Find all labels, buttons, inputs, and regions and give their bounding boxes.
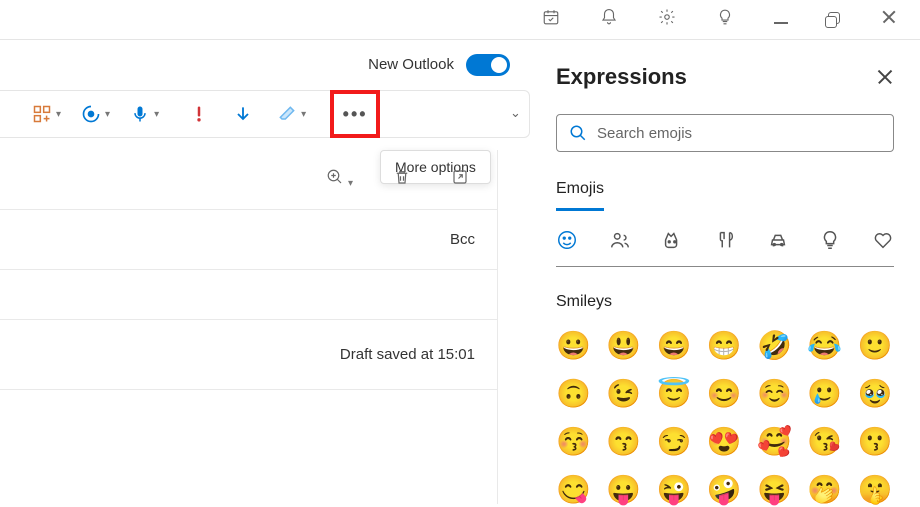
cat-smileys-icon[interactable] [556, 229, 578, 256]
bell-icon[interactable] [600, 8, 618, 31]
emoji-item[interactable]: 😗 [858, 425, 892, 459]
emoji-grid: 😀 😃 😄 😁 🤣 😂 🙂 🙃 😉 😇 😊 ☺️ 🥲 🥹 😚 😙 😏 😍 🥰 😘 😗 😋 😛 😜 🤪 😝 🤭 🤫 [556, 329, 894, 507]
emoji-item[interactable]: 😏 [657, 425, 691, 459]
emoji-item[interactable]: 🤣 [757, 329, 791, 363]
emoji-search-box[interactable] [556, 114, 894, 152]
compose-body: ▾ Bcc Draft saved at 15:01 [0, 150, 498, 504]
new-outlook-toggle[interactable] [466, 54, 510, 76]
delete-icon[interactable] [393, 168, 411, 191]
chevron-down-icon: ▾ [348, 178, 353, 189]
title-bar [0, 0, 920, 40]
popout-icon[interactable] [451, 168, 469, 191]
tab-emojis[interactable]: Emojis [556, 180, 604, 211]
chevron-down-icon: ▾ [105, 109, 110, 120]
emoji-item[interactable]: 😂 [807, 329, 841, 363]
emoji-item[interactable]: 😙 [606, 425, 640, 459]
emoji-item[interactable]: 🙂 [858, 329, 892, 363]
bcc-button[interactable]: Bcc [450, 231, 475, 248]
expressions-panel: Expressions Emojis Smileys 😀 [530, 40, 920, 504]
emoji-item[interactable]: 😘 [807, 425, 841, 459]
dictate-button[interactable]: ▾ [124, 100, 165, 128]
new-outlook-row: New Outlook [0, 40, 530, 90]
close-panel-icon[interactable] [876, 68, 894, 86]
cat-food-icon[interactable] [714, 229, 736, 256]
arrow-down-button[interactable] [227, 100, 259, 128]
emoji-item[interactable]: 🥰 [757, 425, 791, 459]
restore-icon[interactable] [828, 11, 840, 29]
draft-status-text: Draft saved at 15:01 [340, 346, 475, 363]
cat-people-icon[interactable] [609, 229, 631, 256]
gear-icon[interactable] [658, 8, 676, 31]
compose-action-row: ▾ [0, 150, 497, 210]
search-icon [569, 124, 587, 142]
emoji-item[interactable]: 😋 [556, 473, 590, 507]
compose-toolbar: ▾ ▾ ▾ ▾ ••• [0, 90, 530, 138]
cat-animals-icon[interactable] [661, 229, 683, 256]
priority-high-button[interactable] [183, 100, 215, 128]
cat-symbols-icon[interactable] [872, 229, 894, 256]
cat-objects-icon[interactable] [819, 229, 841, 256]
emoji-item[interactable]: 😀 [556, 329, 590, 363]
emoji-category-row [556, 229, 894, 267]
emoji-item[interactable]: 🤫 [858, 473, 892, 507]
close-icon[interactable] [880, 8, 898, 31]
lightbulb-icon[interactable] [716, 8, 734, 31]
emoji-search-input[interactable] [597, 125, 881, 142]
emoji-item[interactable]: 😝 [757, 473, 791, 507]
minimize-icon[interactable] [774, 11, 788, 29]
emoji-item[interactable]: 🥲 [807, 377, 841, 411]
ribbon-expand-icon[interactable]: ⌄ [510, 105, 521, 121]
emoji-item[interactable]: 🥹 [858, 377, 892, 411]
expressions-title: Expressions [556, 64, 687, 90]
emoji-item[interactable]: 😛 [606, 473, 640, 507]
emoji-item[interactable]: 😊 [707, 377, 741, 411]
calendar-check-icon[interactable] [542, 8, 560, 31]
cat-travel-icon[interactable] [767, 229, 789, 256]
bcc-row: Bcc [0, 210, 497, 270]
emoji-item[interactable]: 😇 [657, 377, 691, 411]
loop-button[interactable]: ▾ [75, 100, 116, 128]
emoji-item[interactable]: 😚 [556, 425, 590, 459]
more-options-button[interactable]: ••• [330, 90, 380, 138]
emoji-item[interactable]: 🤪 [707, 473, 741, 507]
expressions-tabs: Emojis [556, 180, 894, 211]
emoji-item[interactable]: ☺️ [757, 377, 791, 411]
new-outlook-label: New Outlook [368, 56, 454, 73]
emoji-item[interactable]: 😃 [606, 329, 640, 363]
subject-row[interactable] [0, 270, 497, 320]
emoji-item[interactable]: 😁 [707, 329, 741, 363]
emoji-item[interactable]: 🙃 [556, 377, 590, 411]
apps-button[interactable]: ▾ [26, 100, 67, 128]
zoom-icon[interactable]: ▾ [326, 168, 353, 191]
emoji-item[interactable]: 😜 [657, 473, 691, 507]
draft-status-row: Draft saved at 15:01 [0, 320, 497, 390]
emoji-section-label: Smileys [556, 293, 894, 311]
chevron-down-icon: ▾ [154, 109, 159, 120]
emoji-item[interactable]: 😍 [707, 425, 741, 459]
eraser-button[interactable]: ▾ [271, 100, 312, 128]
emoji-item[interactable]: 😄 [657, 329, 691, 363]
chevron-down-icon: ▾ [301, 109, 306, 120]
emoji-item[interactable]: 🤭 [807, 473, 841, 507]
chevron-down-icon: ▾ [56, 109, 61, 120]
emoji-item[interactable]: 😉 [606, 377, 640, 411]
